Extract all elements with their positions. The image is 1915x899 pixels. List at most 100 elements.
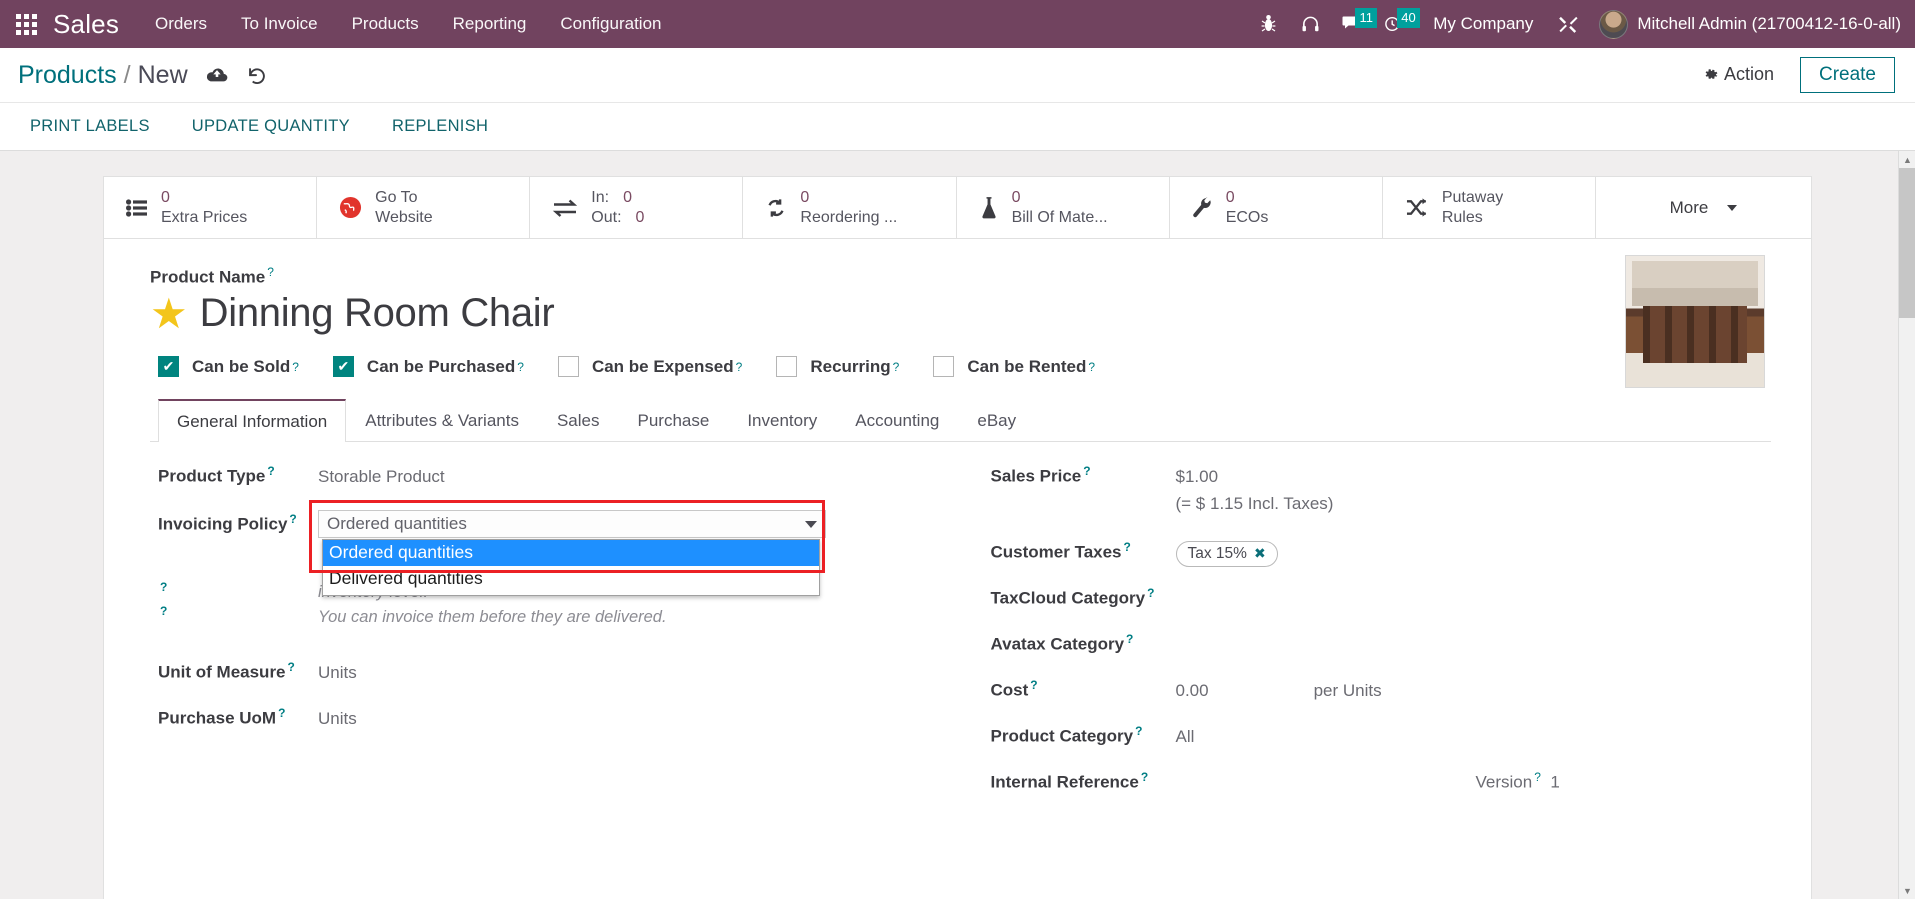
product-type-value[interactable]: Storable Product — [318, 467, 445, 487]
checkbox-can-be-expensed[interactable]: Can be Expensed? — [557, 356, 743, 378]
product-flags-row: ✔ Can be Sold? ✔ Can be Purchased? Can b… — [150, 356, 1771, 378]
control-panel: Products / New Action Create PRINT LABEL… — [0, 48, 1915, 151]
field-product-type: Product Type? Storable Product — [158, 464, 961, 508]
stat-button-putaway-rules[interactable]: Putaway Rules — [1383, 177, 1596, 238]
tab-ebay[interactable]: eBay — [958, 399, 1035, 441]
help-tooltip-icon[interactable]: ? — [1135, 724, 1142, 738]
breadcrumb-products[interactable]: Products — [18, 61, 117, 90]
checkbox-box[interactable] — [776, 356, 798, 378]
replenish-button[interactable]: REPLENISH — [392, 117, 488, 136]
sales-price-label: Sales Price? — [990, 464, 1091, 486]
stat-value: 0 — [800, 188, 810, 206]
help-tooltip-icon[interactable]: ? — [736, 360, 743, 374]
tab-general-information[interactable]: General Information — [158, 399, 347, 443]
stat-button-ecos[interactable]: 0 ECOs — [1170, 177, 1383, 238]
checkbox-box[interactable]: ✔ — [158, 356, 179, 378]
help-tooltip-icon[interactable]: ? — [1534, 770, 1541, 784]
checkbox-recurring[interactable]: Recurring? — [776, 356, 900, 378]
undo-discard-icon[interactable] — [246, 66, 267, 85]
sales-price-value[interactable]: $1.00 — [1176, 467, 1219, 487]
scroll-down-arrow-icon[interactable]: ▼ — [1899, 882, 1915, 899]
stat-out-key: Out: — [591, 208, 622, 226]
stat-button-bill-of-materials[interactable]: 0 Bill Of Mate... — [957, 177, 1170, 238]
tab-accounting[interactable]: Accounting — [836, 399, 958, 441]
product-image-dining-set[interactable] — [1625, 255, 1765, 388]
user-menu[interactable]: Mitchell Admin (21700412-16-0-all) — [1637, 14, 1901, 34]
stat-button-reordering-rules[interactable]: 0 Reordering ... — [743, 177, 957, 238]
invoicing-policy-select[interactable]: Ordered quantities — [318, 510, 826, 539]
menu-reporting[interactable]: Reporting — [453, 14, 527, 34]
menu-orders[interactable]: Orders — [155, 14, 207, 34]
cloud-upload-save-icon[interactable] — [206, 67, 228, 84]
purchase-uom-value[interactable]: Units — [318, 709, 357, 729]
help-tooltip-icon[interactable]: ? — [160, 580, 167, 594]
tools-wrench-icon[interactable] — [1547, 4, 1589, 44]
unit-of-measure-value[interactable]: Units — [318, 663, 357, 683]
help-tooltip-icon[interactable]: ? — [1030, 678, 1037, 692]
app-brand-sales[interactable]: Sales — [53, 9, 119, 40]
tab-purchase[interactable]: Purchase — [618, 399, 728, 441]
star-icon[interactable]: ★ — [150, 292, 188, 335]
checkbox-can-be-rented[interactable]: Can be Rented? — [933, 356, 1095, 378]
help-tooltip-icon[interactable]: ? — [289, 512, 296, 526]
stat-label: Reordering ... — [800, 208, 898, 226]
messages-icon[interactable]: 11 — [1331, 4, 1378, 44]
headset-support-icon[interactable] — [1289, 4, 1331, 44]
help-tooltip-icon[interactable]: ? — [160, 604, 167, 618]
checkbox-box[interactable] — [557, 356, 579, 378]
stat-button-in-out[interactable]: In: 0 Out: 0 — [530, 177, 744, 238]
help-tooltip-icon[interactable]: ? — [267, 265, 274, 279]
company-selector[interactable]: My Company — [1433, 14, 1533, 34]
checkbox-box[interactable] — [933, 356, 955, 378]
stat-button-extra-prices[interactable]: 0 Extra Prices — [104, 177, 318, 238]
help-tooltip-icon[interactable]: ? — [267, 464, 274, 478]
product-category-value[interactable]: All — [1176, 727, 1195, 747]
tax-tag-label: Tax 15% — [1187, 544, 1247, 562]
remove-tag-icon[interactable]: ✖ — [1254, 545, 1266, 562]
help-tooltip-icon[interactable]: ? — [292, 360, 299, 374]
help-tooltip-icon[interactable]: ? — [517, 360, 524, 374]
help-tooltip-icon[interactable]: ? — [1088, 360, 1095, 374]
action-button[interactable]: Action — [1703, 64, 1774, 85]
more-stat-buttons-dropdown[interactable]: More — [1596, 177, 1811, 238]
tax-tag-15[interactable]: Tax 15% ✖ — [1175, 540, 1278, 567]
tab-attributes-variants[interactable]: Attributes & Variants — [346, 399, 538, 441]
help-tooltip-icon[interactable]: ? — [893, 360, 900, 374]
tab-inventory[interactable]: Inventory — [728, 399, 836, 441]
option-delivered-quantities[interactable]: Delivered quantities — [323, 566, 819, 592]
field-unit-of-measure: Unit of Measure? Units — [158, 660, 961, 704]
cost-value[interactable]: 0.00 — [1176, 681, 1209, 701]
help-tooltip-icon[interactable]: ? — [1083, 464, 1090, 478]
help-tooltip-icon[interactable]: ? — [278, 706, 285, 720]
menu-products[interactable]: Products — [352, 14, 419, 34]
product-type-label: Product Type? — [158, 464, 275, 486]
checkbox-box[interactable]: ✔ — [332, 356, 354, 378]
apps-grid-icon[interactable] — [16, 13, 37, 35]
product-name-value[interactable]: Dinning Room Chair — [200, 291, 555, 336]
checkbox-can-be-purchased[interactable]: ✔ Can be Purchased? — [332, 356, 524, 378]
option-ordered-quantities[interactable]: Ordered quantities — [323, 540, 819, 567]
scrollbar-thumb[interactable] — [1899, 168, 1915, 318]
create-button[interactable]: Create — [1799, 56, 1895, 94]
checkbox-can-be-sold[interactable]: ✔ Can be Sold? — [158, 356, 299, 378]
scroll-up-arrow-icon[interactable]: ▲ — [1899, 151, 1915, 168]
print-labels-button[interactable]: PRINT LABELS — [30, 117, 150, 136]
avatar[interactable] — [1599, 9, 1629, 39]
help-tooltip-icon[interactable]: ? — [288, 660, 295, 674]
product-category-label: Product Category? — [990, 724, 1143, 746]
stat-button-go-to-website[interactable]: Go To Website — [317, 177, 531, 238]
help-tooltip-icon[interactable]: ? — [1126, 632, 1133, 646]
help-tooltip-icon[interactable]: ? — [1141, 770, 1148, 784]
tab-sales[interactable]: Sales — [538, 399, 619, 441]
update-quantity-button[interactable]: UPDATE QUANTITY — [192, 117, 350, 136]
activities-clock-icon[interactable]: 40 — [1373, 4, 1420, 44]
bug-icon[interactable] — [1247, 4, 1289, 44]
help-tooltip-icon[interactable]: ? — [1124, 540, 1131, 554]
menu-configuration[interactable]: Configuration — [560, 14, 661, 34]
help-tooltip-icon[interactable]: ? — [1147, 586, 1154, 600]
unit-of-measure-label: Unit of Measure? — [158, 660, 295, 682]
stat-out-value: 0 — [635, 208, 645, 226]
field-internal-reference: Internal Reference? Version? 1 — [991, 770, 1772, 814]
vertical-scrollbar[interactable]: ▲ ▼ — [1898, 151, 1915, 899]
menu-to-invoice[interactable]: To Invoice — [241, 14, 318, 34]
